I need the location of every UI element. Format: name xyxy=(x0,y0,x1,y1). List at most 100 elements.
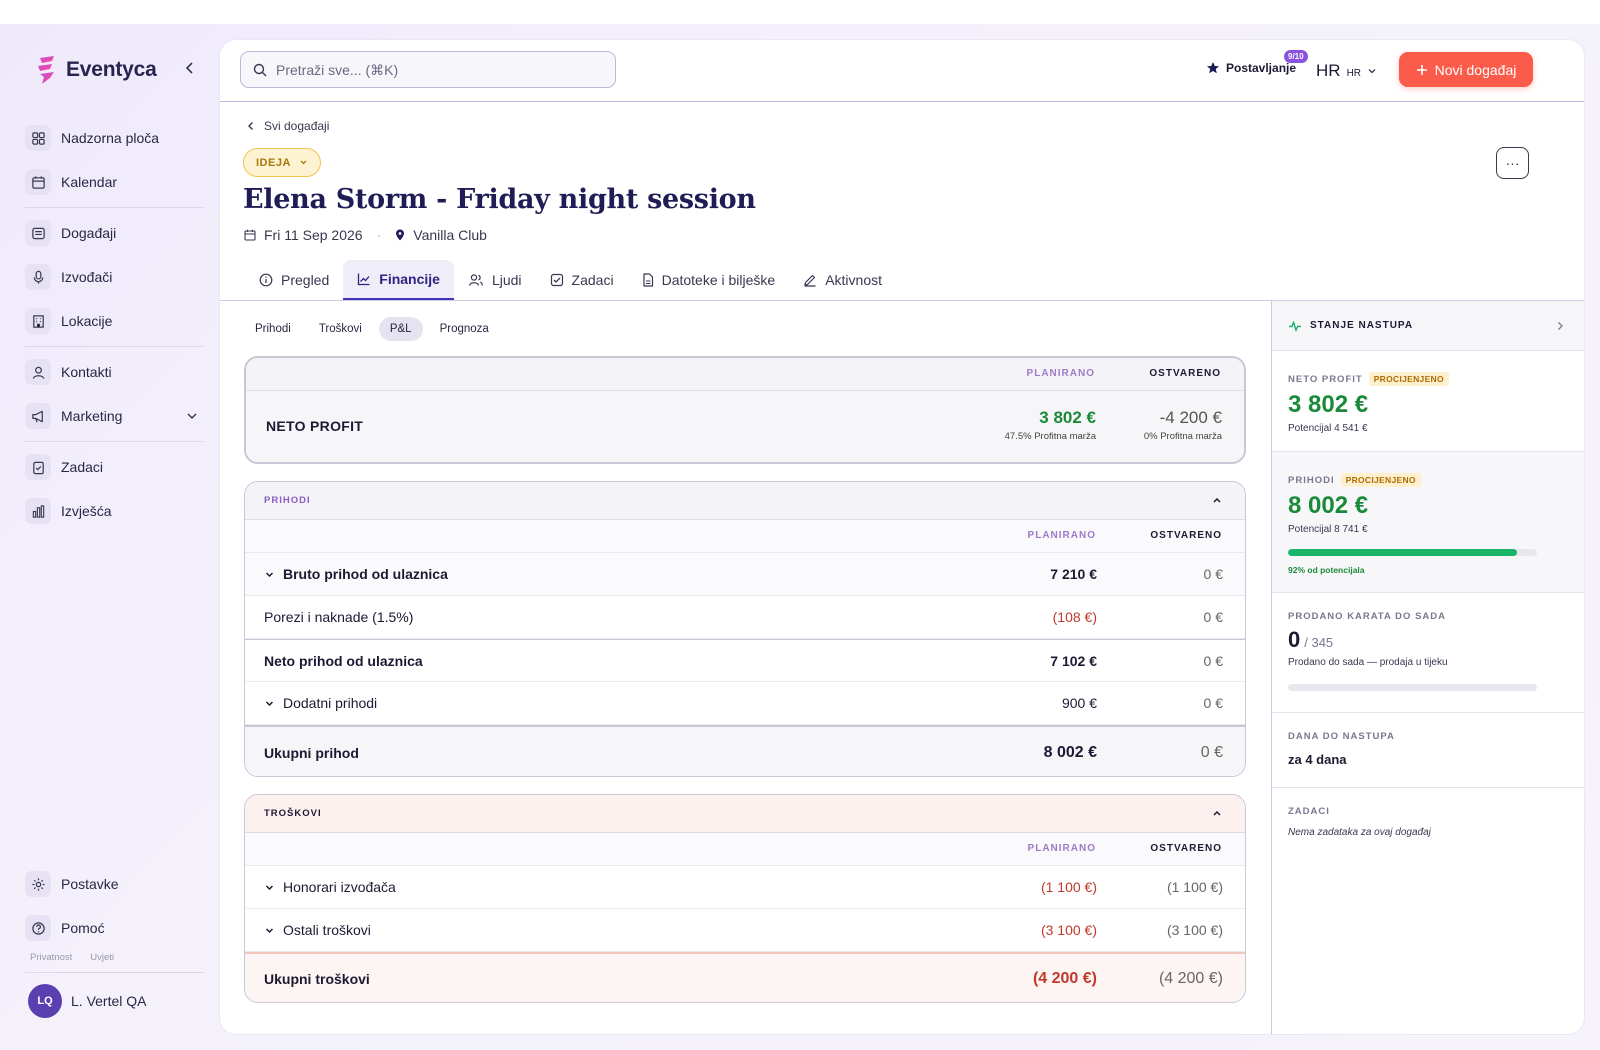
row-planned: (108 €) xyxy=(1052,609,1097,625)
net-profit-planned: 3 802 € 47.5% Profitna marža xyxy=(1005,408,1096,442)
privacy-link[interactable]: Privatnost xyxy=(30,952,72,963)
event-tabs: Pregled Financije Ljudi Zadaci Datoteke … xyxy=(245,260,896,300)
rail-net-profit: NETO PROFIT PROCIJENJENO 3 802 € Potencij… xyxy=(1272,351,1584,452)
sidebar-item-reports[interactable]: Izvješća xyxy=(25,489,203,533)
row-label: Dodatni prihodi xyxy=(264,695,377,711)
finance-subtabs: Prihodi Troškovi P&L Prognoza xyxy=(244,317,500,341)
row-actual: 0 € xyxy=(1203,609,1223,625)
building-icon xyxy=(25,308,51,334)
sidebar-item-label: Izvješća xyxy=(61,503,112,519)
table-row[interactable]: Honorari izvođača (1 100 €) (1 100 €) xyxy=(245,866,1245,909)
tab-finances[interactable]: Financije xyxy=(343,260,454,300)
search-box[interactable] xyxy=(240,51,616,88)
setup-progress-button[interactable]: Postavljanje xyxy=(1206,61,1296,75)
total-planned: (4 200 €) xyxy=(1032,970,1097,987)
event-health-header[interactable]: STANJE NASTUPA xyxy=(1272,301,1584,351)
subtab-costs[interactable]: Troškovi xyxy=(308,317,373,341)
chevron-down-icon[interactable] xyxy=(185,409,199,423)
sidebar-item-marketing[interactable]: Marketing xyxy=(25,394,203,438)
topbar: Postavljanje 9/10 HR HR Novi događaj xyxy=(220,40,1584,102)
star-icon xyxy=(1207,62,1219,74)
bar-chart-icon xyxy=(25,498,51,524)
status-label: IDEJA xyxy=(256,156,291,169)
breadcrumb-label: Svi događaji xyxy=(264,119,330,133)
event-venue[interactable]: Vanilla Club xyxy=(413,227,487,243)
sidebar-item-help[interactable]: Pomoć xyxy=(25,906,203,950)
row-label-text: Ostali troškovi xyxy=(283,922,371,938)
net-profit-actual-note: 0% Profitna marža xyxy=(1143,431,1222,442)
language-selector[interactable]: HR HR xyxy=(1316,61,1377,81)
rail-income: PRIHODI PROCIJENJENO 8 002 € Potencijal 8… xyxy=(1272,452,1584,593)
terms-link[interactable]: Uvjeti xyxy=(90,952,114,963)
table-row: Porezi i naknade (1.5%) (108 €) 0 € xyxy=(245,596,1245,639)
chevron-down-icon[interactable] xyxy=(264,698,275,709)
breadcrumb[interactable]: Svi događaji xyxy=(246,119,329,133)
sidebar-item-locations[interactable]: Lokacije xyxy=(25,299,203,343)
sidebar-item-performers[interactable]: Izvođači xyxy=(25,255,203,299)
subtab-pl[interactable]: P&L xyxy=(378,317,423,341)
tickets-label: PRODANO KARATA DO SADA xyxy=(1288,611,1446,622)
revenue-section-title: PRIHODI xyxy=(264,495,311,506)
calendar-icon xyxy=(244,229,256,241)
row-actual: 0 € xyxy=(1203,652,1223,669)
tab-people[interactable]: Ljudi xyxy=(454,260,536,300)
page-title: Elena Storm - Friday night session xyxy=(243,184,756,215)
row-actual: (1 100 €) xyxy=(1166,879,1223,895)
microphone-icon xyxy=(25,264,51,290)
sidebar-item-calendar[interactable]: Kalendar xyxy=(25,160,203,204)
net-profit-actual-value: -4 200 € xyxy=(1159,408,1222,427)
more-options-button[interactable]: ··· xyxy=(1496,147,1529,179)
tab-overview[interactable]: Pregled xyxy=(245,260,343,300)
subtab-forecast[interactable]: Prognoza xyxy=(429,317,500,341)
status-badge[interactable]: IDEJA xyxy=(243,148,321,177)
collapse-sidebar-icon[interactable] xyxy=(182,60,198,76)
chevron-down-icon xyxy=(300,160,307,165)
sidebar-item-label: Izvođači xyxy=(61,269,113,285)
total-actual: (4 200 €) xyxy=(1158,970,1223,987)
file-icon xyxy=(642,273,653,287)
tickets-total: / 345 xyxy=(1304,635,1334,650)
search-input[interactable] xyxy=(276,61,596,78)
chevron-right-icon xyxy=(1558,322,1563,330)
chevron-down-icon[interactable] xyxy=(264,569,275,580)
row-label-text: Dodatni prihodi xyxy=(283,695,378,711)
costs-section-header[interactable]: TROŠKOVI xyxy=(245,795,1245,833)
sidebar-item-contacts[interactable]: Kontakti xyxy=(25,350,203,394)
sidebar-bottom-nav: Postavke Pomoć Privatnost Uvjeti xyxy=(25,862,203,963)
sidebar-item-label: Nadzorna ploča xyxy=(61,130,160,146)
tickets-progress-bar xyxy=(1288,684,1537,691)
sidebar-item-tasks[interactable]: Zadaci xyxy=(25,445,203,489)
table-row[interactable]: Dodatni prihodi 900 € 0 € xyxy=(245,682,1245,725)
subtab-revenue[interactable]: Prihodi xyxy=(244,317,302,341)
ellipsis-icon: ··· xyxy=(1505,155,1520,171)
row-label: Honorari izvođača xyxy=(264,879,396,895)
revenue-section-header[interactable]: PRIHODI xyxy=(245,482,1245,520)
table-row[interactable]: Bruto prihod od ulaznica 7 210 € 0 € xyxy=(245,553,1245,596)
clipboard-check-icon xyxy=(25,454,51,480)
net-profit-planned-value: 3 802 € xyxy=(1039,408,1096,427)
tab-files-notes[interactable]: Datoteke i bilješke xyxy=(628,260,790,300)
new-event-button[interactable]: Novi događaj xyxy=(1399,52,1533,87)
setup-badge: 9/10 xyxy=(1284,50,1308,63)
user-menu[interactable]: LQ L. Vertel QA xyxy=(28,984,146,1018)
row-label-text: Bruto prihod od ulaznica xyxy=(283,566,448,582)
sidebar-item-label: Postavke xyxy=(61,876,119,892)
sidebar-item-events[interactable]: Događaji xyxy=(25,211,203,255)
tab-activity[interactable]: Aktivnost xyxy=(789,260,896,300)
app-name: Eventyca xyxy=(66,58,157,81)
income-progress-label: 92% od potencijala xyxy=(1288,565,1365,575)
net-profit-card: PLANIRANO OSTVARENO NETO PROFIT 3 802 € … xyxy=(244,356,1246,464)
app-logo[interactable]: Eventyca xyxy=(36,56,157,84)
sidebar-item-dashboard[interactable]: Nadzorna ploča xyxy=(25,116,203,160)
chevron-down-icon[interactable] xyxy=(264,925,275,936)
chevron-down-icon[interactable] xyxy=(264,882,275,893)
table-row[interactable]: Ostali troškovi (3 100 €) (3 100 €) xyxy=(245,909,1245,952)
tab-label: Datoteke i bilješke xyxy=(661,272,776,288)
rail-income-value: 8 002 € xyxy=(1288,492,1369,519)
rail-income-potential: Potencijal 8 741 € xyxy=(1288,524,1368,535)
sidebar-item-settings[interactable]: Postavke xyxy=(25,862,203,906)
planned-column-header: PLANIRANO xyxy=(1027,843,1096,854)
total-row: Ukupni prihod 8 002 € 0 € xyxy=(245,725,1245,776)
row-label-text: Honorari izvođača xyxy=(283,879,396,895)
tab-tasks[interactable]: Zadaci xyxy=(536,260,628,300)
